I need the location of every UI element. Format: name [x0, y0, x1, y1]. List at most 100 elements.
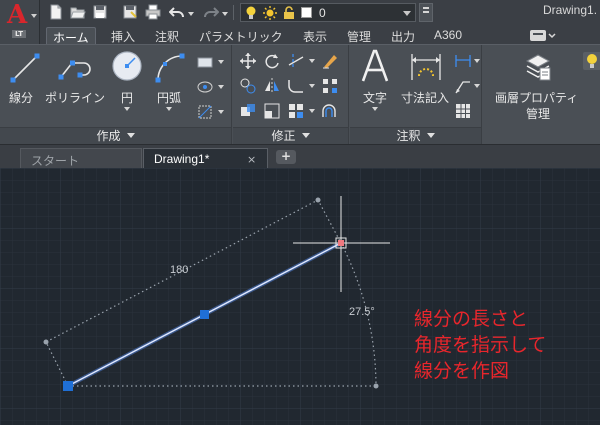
tab-home[interactable]: ホーム	[46, 27, 96, 45]
tab-start[interactable]: スタート	[20, 148, 142, 169]
linear-dim-icon[interactable]	[454, 52, 472, 70]
erase-icon[interactable]	[321, 52, 339, 70]
redo-icon[interactable]	[203, 4, 219, 20]
end-grip[interactable]	[338, 240, 344, 246]
scale-icon[interactable]	[263, 102, 281, 120]
circle-tool-button[interactable]	[111, 50, 143, 82]
edition-badge: LT	[12, 30, 27, 38]
polyline-tool-button[interactable]	[58, 55, 92, 81]
text-icon	[361, 49, 389, 82]
array-icon[interactable]	[287, 102, 305, 120]
undo-icon[interactable]	[169, 4, 185, 20]
table-icon[interactable]	[454, 102, 472, 120]
lightbulb-icon[interactable]	[583, 52, 600, 70]
layer-color-swatch	[301, 7, 312, 18]
annotation-line-2: 角度を指示して	[414, 334, 547, 356]
sun-icon	[263, 6, 277, 20]
layer-properties-icon	[525, 54, 551, 81]
unlock-icon	[284, 6, 294, 19]
trim-icon[interactable]	[287, 52, 305, 70]
copy-icon[interactable]	[239, 77, 257, 95]
new-tab-button[interactable]: +	[276, 150, 296, 164]
midpoint-grip[interactable]	[200, 310, 209, 319]
rectangle-icon[interactable]	[196, 53, 214, 71]
boundary-icon[interactable]	[196, 103, 214, 121]
tab-manage[interactable]: 管理	[341, 27, 377, 44]
drawing-svg	[0, 168, 600, 425]
tab-insert[interactable]: 挿入	[105, 27, 141, 44]
chevron-down-icon[interactable]	[309, 84, 315, 88]
save-icon[interactable]	[92, 4, 108, 20]
file-tab-bar: スタート Drawing1*	[0, 144, 600, 169]
layer-properties-label: 画層プロパティ	[495, 91, 579, 105]
annotation-panel-title[interactable]: 注釈	[350, 127, 481, 145]
tab-output[interactable]: 出力	[385, 27, 421, 44]
layer-properties-button[interactable]	[525, 53, 551, 81]
mirror-icon[interactable]	[263, 77, 281, 95]
redo-dropdown-icon[interactable]	[222, 12, 228, 16]
layers-panel: 画層プロパティ 管理	[483, 45, 600, 145]
stretch-icon[interactable]	[239, 102, 257, 120]
close-icon[interactable]: ×	[247, 153, 256, 166]
annotation-panel: 文字 寸法記入 注釈	[350, 45, 482, 145]
application-menu-button[interactable]: A LT	[0, 0, 40, 44]
layer-properties-label-2: 管理	[526, 107, 551, 121]
new-icon[interactable]	[48, 4, 64, 20]
lightbulb-icon	[246, 6, 256, 19]
drawing-canvas[interactable]: 180 27.5° 線分の長さと 角度を指示して 線分を作図	[0, 168, 600, 425]
tab-parametric[interactable]: パラメトリック	[193, 27, 289, 44]
separator	[233, 5, 234, 20]
text-tool-label: 文字	[363, 91, 388, 105]
dimension-endpoint	[315, 197, 321, 203]
draw-panel-title[interactable]: 作成	[0, 127, 231, 145]
dimension-tool-button[interactable]	[409, 52, 443, 82]
chevron-down-icon[interactable]	[309, 109, 315, 113]
open-icon[interactable]	[70, 4, 86, 20]
chevron-down-icon[interactable]	[474, 59, 480, 63]
chevron-down-icon[interactable]	[218, 60, 224, 64]
annotation-line-1: 線分の長さと	[414, 308, 529, 330]
chevron-down-icon[interactable]	[166, 107, 172, 111]
polyline-tool-label: ポリライン	[45, 91, 106, 105]
chevron-down-icon[interactable]	[309, 59, 315, 63]
arc-tool-button[interactable]	[155, 53, 187, 83]
ribbon-panel: 線分 ポリライン 円 円弧 作成 修正 文字 寸法記入 注釈 画層プロパティ 管…	[0, 44, 600, 145]
tab-a360[interactable]: A360	[428, 27, 468, 44]
dimension-tool-label: 寸法記入	[401, 91, 450, 105]
line-tool-label: 線分	[9, 91, 34, 105]
chevron-down-icon[interactable]	[474, 84, 480, 88]
arc-tool-label: 円弧	[157, 91, 182, 105]
annotation-line-3: 線分を作図	[414, 360, 510, 382]
line-tool-button[interactable]	[10, 53, 40, 83]
text-tool-button[interactable]	[361, 49, 389, 83]
chevron-down-icon[interactable]	[372, 107, 378, 111]
leader-icon[interactable]	[454, 77, 472, 95]
arc-icon	[155, 53, 185, 83]
chevron-down-icon	[31, 14, 37, 18]
layer-dropdown[interactable]: 0	[240, 3, 416, 22]
explode-icon[interactable]	[321, 77, 339, 95]
modify-panel: 修正	[233, 45, 349, 145]
ribbon-tab-bar: ホーム 挿入 注釈 パラメトリック 表示 管理 出力 A360	[40, 26, 600, 45]
document-title: Drawing1.	[543, 3, 598, 17]
app-logo: A	[7, 0, 28, 30]
chevron-down-icon[interactable]	[218, 110, 224, 114]
start-grip[interactable]	[63, 381, 73, 391]
modify-panel-title[interactable]: 修正	[233, 127, 348, 145]
hatch-icon[interactable]	[196, 78, 214, 96]
tab-annotate[interactable]: 注釈	[149, 27, 185, 44]
line-icon	[10, 53, 40, 83]
move-icon[interactable]	[239, 52, 257, 70]
ribbon-minimize-icon[interactable]	[529, 29, 557, 42]
offset-icon[interactable]	[321, 102, 339, 120]
undo-dropdown-icon[interactable]	[188, 12, 194, 16]
chevron-down-icon[interactable]	[124, 107, 130, 111]
chevron-down-icon[interactable]	[218, 85, 224, 89]
rotate-icon[interactable]	[263, 52, 281, 70]
tab-view[interactable]: 表示	[297, 27, 333, 44]
print-icon[interactable]	[145, 4, 161, 20]
quick-access-menu-button[interactable]	[419, 3, 433, 22]
saveas-icon[interactable]	[122, 4, 138, 20]
fillet-icon[interactable]	[287, 77, 305, 95]
dimension-icon	[411, 54, 441, 80]
